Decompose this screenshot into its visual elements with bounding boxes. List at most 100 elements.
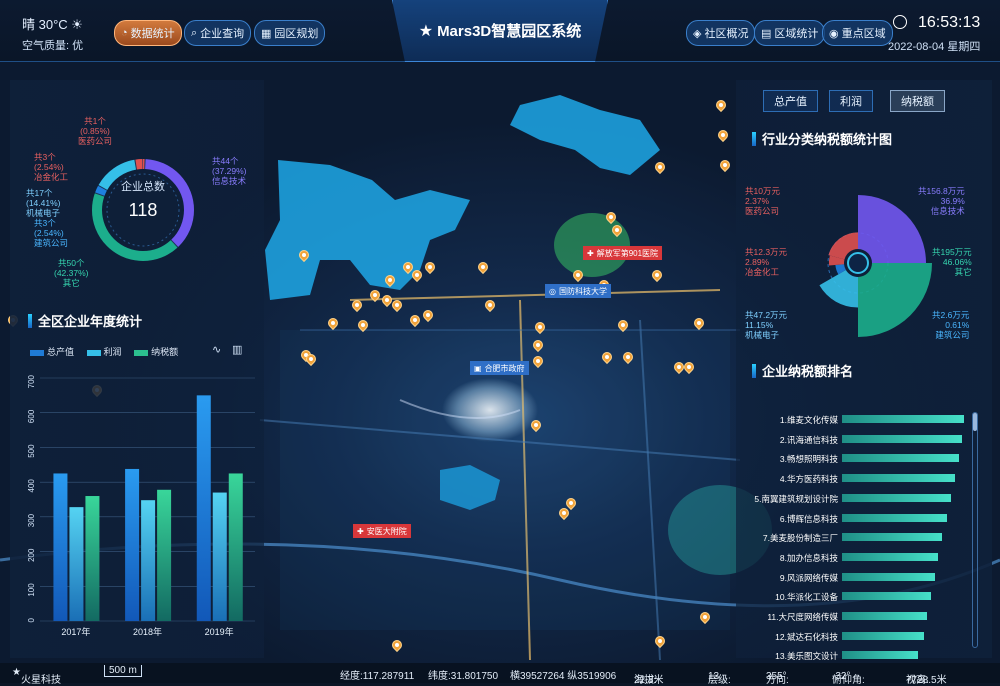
tab-tax[interactable]: 纳税额 <box>890 90 945 112</box>
ranking-row[interactable]: 5.南翼建筑规划设计院 <box>740 490 970 506</box>
map-pin-icon[interactable] <box>603 209 619 225</box>
bar-纳税额[interactable] <box>85 496 100 621</box>
map-pin-icon[interactable] <box>652 633 668 649</box>
map-pin-icon[interactable] <box>407 312 423 328</box>
status-xy: 横39527264 纵3519906 <box>510 671 617 682</box>
ranking-label: 10.华派化工设备 <box>775 592 838 603</box>
bar-利润[interactable] <box>141 500 156 621</box>
legend-output[interactable]: 总产值 <box>30 347 74 357</box>
map-pin-icon[interactable] <box>409 267 425 283</box>
map-pin-icon[interactable] <box>367 287 383 303</box>
map-pin-icon[interactable] <box>296 247 312 263</box>
nav-community-overview[interactable]: ◈ 社区概况 <box>686 20 756 46</box>
rose-label-construction: 共2.6万元 0.61% 建筑公司 <box>932 310 970 340</box>
map-pin-icon[interactable] <box>691 315 707 331</box>
map-pin-icon[interactable] <box>681 359 697 375</box>
map-pin-icon[interactable] <box>620 349 636 365</box>
rose-label-other: 共195万元 46.06% 其它 <box>932 247 972 277</box>
map-pin-icon[interactable] <box>530 337 546 353</box>
poi-city-government[interactable]: ▣ 合肥市政府 <box>470 361 529 375</box>
ranking-row[interactable]: 1.维麦文化传媒 <box>740 411 970 427</box>
industry-tax-title: 行业分类纳税额统计图 <box>752 129 892 148</box>
legend-swatch <box>86 349 101 356</box>
map-pin-icon[interactable] <box>482 297 498 313</box>
ranking-row[interactable]: 10.华派化工设备 <box>740 588 970 604</box>
map-pin-icon[interactable] <box>599 349 615 365</box>
map-pin-icon[interactable] <box>530 353 546 369</box>
line-chart-toggle-icon[interactable]: ∿ <box>212 343 221 356</box>
map-icon: ▦ <box>261 27 272 40</box>
bar-纳税额[interactable] <box>228 473 243 621</box>
legend-profit[interactable]: 利润 <box>86 347 122 357</box>
ranking-row[interactable]: 6.博辉信息科技 <box>740 510 970 526</box>
ranking-bar <box>842 572 935 581</box>
map-pin-icon[interactable] <box>379 292 395 308</box>
ranking-row[interactable]: 3.畅想照明科技 <box>740 450 970 466</box>
bar-纳税额[interactable] <box>157 489 172 621</box>
map-pin-icon[interactable] <box>697 609 713 625</box>
nav-company-query[interactable]: ⌕ 企业查询 <box>184 20 252 46</box>
ranking-row[interactable]: 11.大尺度网络传媒 <box>740 608 970 624</box>
community-icon: ◈ <box>693 27 702 40</box>
legend-tax[interactable]: 纳税额 <box>134 347 178 357</box>
ranking-scrollbar[interactable] <box>972 412 978 648</box>
map-pin-icon[interactable] <box>570 267 586 283</box>
map-pin-icon[interactable] <box>325 315 341 331</box>
map-pin-icon[interactable] <box>556 505 572 521</box>
ranking-row[interactable]: 8.加办信息科技 <box>740 549 970 565</box>
grid-icon: ▤ <box>761 27 772 40</box>
clock-time: 16:53:13 <box>918 14 981 31</box>
poi-nudt[interactable]: ◎ 国防科技大学 <box>545 284 611 298</box>
y-tick-label: 300 <box>27 513 36 527</box>
map-pin-icon[interactable] <box>389 637 405 653</box>
map-pin-icon[interactable] <box>649 267 665 283</box>
ranking-bar <box>842 651 918 660</box>
map-pin-icon[interactable] <box>652 159 668 175</box>
map-scale: 500 m <box>104 665 142 677</box>
tab-output[interactable]: 总产值 <box>763 90 818 112</box>
bar-chart-toggle-icon[interactable]: ▥ <box>232 343 242 356</box>
bar-利润[interactable] <box>212 492 227 621</box>
ranking-label: 7.美麦股份制造三厂 <box>762 533 838 544</box>
nav-region-statistics[interactable]: ▤ 区域统计 <box>754 20 826 46</box>
map-pin-icon[interactable] <box>609 222 625 238</box>
map-pin-icon[interactable] <box>715 127 731 143</box>
map-pin-icon[interactable] <box>355 317 371 333</box>
tab-profit[interactable]: 利润 <box>829 90 873 112</box>
map-pin-icon[interactable] <box>717 157 733 173</box>
map-pin-icon[interactable] <box>528 417 544 433</box>
status-bar: ★ 火星科技 500 m 经度:117.287911 纬度:31.801750 … <box>0 663 1000 686</box>
rose-slice[interactable] <box>858 263 932 337</box>
map-pin-icon[interactable] <box>420 307 436 323</box>
nav-key-areas[interactable]: ◉ 重点区域 <box>822 20 893 46</box>
bar-总产值[interactable] <box>53 473 68 621</box>
ranking-row[interactable]: 12.斌达石化科技 <box>740 628 970 644</box>
location-icon: ◉ <box>829 27 839 40</box>
ranking-row[interactable]: 7.美麦股份制造三厂 <box>740 529 970 545</box>
map-pin-icon[interactable] <box>389 297 405 313</box>
ranking-row[interactable]: 9.风派网络传媒 <box>740 569 970 585</box>
map-pin-icon[interactable] <box>475 259 491 275</box>
map-pin-icon[interactable] <box>532 319 548 335</box>
poi-anyi-hospital[interactable]: ✚ 安医大附院 <box>353 524 411 538</box>
map-pin-icon[interactable] <box>713 97 729 113</box>
bar-利润[interactable] <box>69 507 84 621</box>
bar-总产值[interactable] <box>125 468 140 621</box>
ranking-row[interactable]: 4.华方医药科技 <box>740 470 970 486</box>
tax-ranking-title: 企业纳税额排名 <box>752 361 853 380</box>
bar-总产值[interactable] <box>196 395 211 621</box>
rose-slice[interactable] <box>819 270 858 308</box>
ranking-row[interactable]: 2.讯海通信科技 <box>740 431 970 447</box>
scrollbar-thumb[interactable] <box>973 413 977 431</box>
map-pin-icon[interactable] <box>303 351 319 367</box>
map-pin-icon[interactable] <box>349 297 365 313</box>
map-pin-icon[interactable] <box>671 359 687 375</box>
map-pin-icon[interactable] <box>382 272 398 288</box>
nav-park-planning[interactable]: ▦ 园区规划 <box>254 20 326 46</box>
nav-data-statistics[interactable]: ◔ 数据统计 <box>114 20 182 46</box>
map-pin-icon[interactable] <box>615 317 631 333</box>
poi-hospital-901[interactable]: ✚ 解放军第901医院 <box>583 246 663 260</box>
ranking-row[interactable]: 13.美乐图文设计 <box>740 647 970 663</box>
map-pin-icon[interactable] <box>422 259 438 275</box>
rose-slice[interactable] <box>858 194 927 263</box>
